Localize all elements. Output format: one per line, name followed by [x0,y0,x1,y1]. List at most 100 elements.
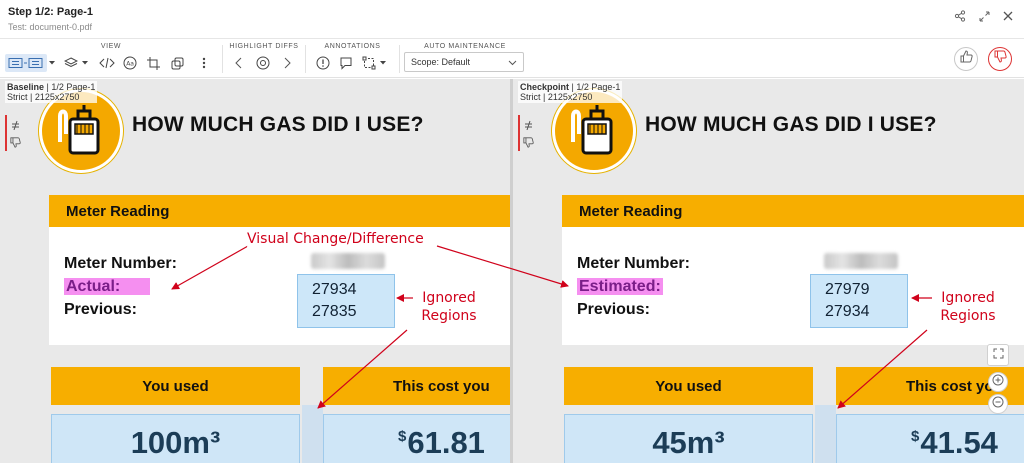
currency-symbol: $ [911,428,920,445]
checkpoint-info: Checkpoint | 1/2 Page-1 Strict | 2125x27… [518,81,623,103]
zoom-in-icon [992,373,1004,391]
thumbs-down-button[interactable] [988,47,1012,71]
checkpoint-page: 1/2 Page-1 [576,82,621,92]
thumbs-down-icon [994,50,1007,68]
you-used-header: You used [51,367,300,405]
document-headline: HOW MUCH GAS DID I USE? [132,113,424,136]
view-group-label: VIEW [100,43,122,50]
document-headline: HOW MUCH GAS DID I USE? [645,113,937,136]
comment-icon[interactable] [337,54,355,72]
alert-icon[interactable] [314,54,332,72]
next-diff-icon[interactable] [278,54,296,72]
reading-type-label: Estimated: [577,278,663,295]
chevron-down-icon [508,58,517,68]
redacted-meter-number [824,253,898,269]
checkpoint-match-level: Strict [520,92,541,102]
region-menu-chevron-icon[interactable] [378,54,388,72]
step-title: Step 1/2: Page-1 [8,6,93,18]
more-options-icon[interactable] [195,54,213,72]
thumbs-up-icon [960,50,973,68]
annotations-label: ANNOTATIONS [324,43,381,50]
checkpoint-size: 2125x2750 [547,92,593,102]
baseline-label: Baseline [7,82,45,92]
auto-maintenance-label: AUTO MAINTENANCE [424,43,506,50]
step-header: Step 1/2: Page-1 Test: document-0.pdf [0,0,1024,38]
reading-type-label: Actual: [64,278,151,295]
you-used-header: You used [564,367,813,405]
baseline-document: HOW MUCH GAS DID I USE? Meter Reading Me… [27,79,510,463]
ignored-region-strip [815,405,836,463]
overlay-icon[interactable] [168,54,186,72]
baseline-match-level: Strict [7,92,28,102]
svg-text:Aa: Aa [126,61,134,68]
meter-number-label: Meter Number: [577,255,690,272]
view-group: VIEW Aa [0,39,222,78]
header-actions [952,8,1016,24]
previous-value: 27934 [825,303,870,320]
checkpoint-pane[interactable]: Checkpoint | 1/2 Page-1 Strict | 2125x27… [513,79,1024,463]
close-icon[interactable] [1000,8,1016,24]
ignored-regions-annotation-left: Ignored Regions [413,289,485,325]
diff-marker[interactable] [5,115,27,151]
zoom-out-button[interactable] [988,394,1008,414]
ignored-region[interactable]: 27934 27835 [297,274,395,328]
ignored-region-strip [302,405,323,463]
cost-value: $41.54 [836,414,1024,463]
previous-label: Previous: [64,301,137,318]
expand-icon[interactable] [976,8,992,24]
previous-diff-icon[interactable] [230,54,248,72]
currency-symbol: $ [398,428,407,445]
text-compare-icon[interactable]: Aa [121,54,139,72]
fit-screen-icon [993,346,1004,364]
crop-icon[interactable] [144,54,162,72]
ignored-region[interactable]: 27979 27934 [810,274,908,328]
region-select-icon[interactable] [360,54,378,72]
cost-value: $61.81 [323,414,510,463]
reading-type-row: Actual: [64,278,151,296]
reading-value: 27979 [825,281,870,298]
scope-select-value: Scope: Default [411,57,471,67]
thumbs-up-button[interactable] [954,47,978,71]
baseline-pane[interactable]: Baseline | 1/2 Page-1 Strict | 2125x2750… [0,79,510,463]
not-equal-icon [524,117,533,135]
fit-to-screen-button[interactable] [987,344,1009,366]
checkpoint-document: HOW MUCH GAS DID I USE? Meter Reading Me… [540,79,1024,463]
baseline-page: 1/2 Page-1 [51,82,96,92]
meter-number-label: Meter Number: [64,255,177,272]
usage-value: 100m³ [51,414,300,463]
ignored-regions-annotation-right: Ignored Regions [932,289,1004,325]
reading-type-row: Estimated: [577,278,663,296]
side-by-side-view-icon[interactable] [5,54,47,72]
share-icon[interactable] [952,8,968,24]
previous-label: Previous: [577,301,650,318]
baseline-info: Baseline | 1/2 Page-1 Strict | 2125x2750 [5,81,98,103]
baseline-size: 2125x2750 [34,92,80,102]
cost-amount: 41.54 [920,425,998,460]
usage-value: 45m³ [564,414,813,463]
scope-select[interactable]: Scope: Default [404,52,524,72]
cost-header: This cost you [323,367,510,405]
chevron-down-icon[interactable] [47,54,57,72]
thumbs-down-small-icon [523,135,534,153]
card-title: Meter Reading [562,195,1024,227]
checkpoint-label: Checkpoint [520,82,570,92]
visual-change-annotation: Visual Change/Difference [247,230,424,248]
highlight-target-icon[interactable] [254,54,272,72]
diff-marker-bar [518,115,520,151]
diff-marker-bar [5,115,7,151]
zoom-in-button[interactable] [988,372,1008,392]
not-equal-icon [11,117,20,135]
thumbs-down-small-icon [10,135,21,153]
redacted-meter-number [311,253,385,269]
previous-value: 27835 [312,303,357,320]
code-icon[interactable] [98,54,116,72]
diff-marker[interactable] [518,115,540,151]
zoom-out-icon [992,395,1004,413]
highlight-diffs-group: HIGHLIGHT DIFFS [223,39,305,78]
card-title: Meter Reading [49,195,510,227]
cost-amount: 61.81 [407,425,485,460]
layers-icon[interactable] [62,54,80,72]
annotations-group: ANNOTATIONS [306,39,399,78]
layers-menu-chevron-icon[interactable] [80,54,90,72]
zoom-controls [987,344,1009,416]
